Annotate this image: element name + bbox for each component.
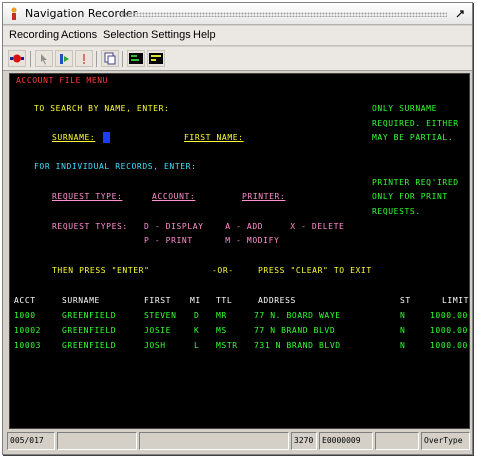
column-limit: LIMIT (442, 296, 470, 305)
menu-selection[interactable]: Selection (103, 29, 148, 41)
status-empty-3 (375, 432, 419, 450)
surname-label: SURNAME: (52, 133, 96, 142)
status-bar: 005/017 3270 E0000009 OverType (7, 432, 470, 452)
cell-st: N (400, 341, 406, 350)
toolbar-separator (122, 51, 123, 67)
terminal-alt-button[interactable] (147, 50, 165, 67)
toolbar-separator (96, 51, 97, 67)
cell-address: 77 N BRAND BLVD (254, 326, 336, 335)
maximize-icon[interactable] (454, 8, 466, 20)
app-icon (11, 7, 17, 20)
toolbar-separator (30, 51, 31, 67)
terminal-screen[interactable]: ACCOUNT FILE MENU TO SEARCH BY NAME, ENT… (9, 73, 470, 429)
side-note-2-line-1: PRINTER REQ'IRED (372, 178, 459, 187)
individual-prompt: FOR INDIVIDUAL RECORDS, ENTER: (34, 162, 197, 171)
cell-acct: 10003 (14, 341, 42, 350)
column-acct: ACCT (14, 296, 36, 305)
clear-instruction: PRESS "CLEAR" TO EXIT (258, 266, 372, 275)
side-note-2-line-3: REQUESTS. (372, 207, 421, 216)
enter-instruction: THEN PRESS "ENTER" (52, 266, 150, 275)
status-empty-2 (139, 432, 289, 450)
cell-mi: L (194, 341, 200, 350)
cell-surname: GREENFIELD (62, 326, 117, 335)
menu-help[interactable]: Help (193, 29, 216, 41)
title-bar[interactable]: Navigation Recorder (3, 3, 472, 25)
cell-ttl: MSTR (216, 341, 238, 350)
cell-acct: 1000 (14, 311, 36, 320)
status-model: 3270 (291, 432, 317, 450)
navigation-recorder-window: Navigation Recorder Recording Actions Se… (2, 2, 473, 455)
cell-limit: 1000.00 (430, 311, 468, 320)
column-st: ST (400, 296, 411, 305)
menu-bar: Recording Actions Selection Settings Hel… (3, 26, 472, 46)
column-ttl: TTL (216, 296, 233, 305)
cell-first: STEVEN (144, 311, 177, 320)
cell-mi: D (194, 311, 200, 320)
cell-address: 77 N. BOARD WAYE (254, 311, 341, 320)
cell-first: JOSH (144, 341, 166, 350)
menu-settings[interactable]: Settings (151, 29, 191, 41)
terminal-button[interactable] (127, 50, 145, 67)
terminal-icon (129, 53, 143, 64)
status-empty-1 (57, 432, 137, 450)
cell-mi: K (194, 326, 200, 335)
request-types-row-1: D - DISPLAY A - ADD X - DELETE (144, 222, 345, 231)
menu-actions[interactable]: Actions (61, 29, 97, 41)
cell-surname: GREENFIELD (62, 341, 117, 350)
record-button[interactable] (8, 50, 26, 67)
cell-ttl: MS (216, 326, 227, 335)
pointer-icon (41, 54, 47, 65)
search-prompt: TO SEARCH BY NAME, ENTER: (34, 104, 170, 113)
cell-st: N (400, 326, 406, 335)
record-icon (10, 54, 24, 63)
status-cursor-position: 005/017 (7, 432, 55, 450)
request-types-label: REQUEST TYPES: (52, 222, 128, 231)
or-label: -OR- (212, 266, 234, 275)
step-icon (60, 54, 69, 64)
first-name-label: FIRST NAME: (184, 133, 244, 142)
cell-acct: 10002 (14, 326, 42, 335)
toolbar (3, 47, 472, 71)
cell-surname: GREENFIELD (62, 311, 117, 320)
printer-label: PRINTER: (242, 192, 286, 201)
terminal-alt-icon (149, 53, 163, 64)
status-terminal-id: E0000009 (319, 432, 373, 450)
cell-st: N (400, 311, 406, 320)
copy-button[interactable] (101, 50, 119, 67)
copy-icon (104, 52, 116, 65)
step-button[interactable] (55, 50, 73, 67)
column-mi: MI (190, 296, 201, 305)
column-address: ADDRESS (258, 296, 296, 305)
side-note-1-line-1: ONLY SURNAME (372, 104, 437, 113)
title-grip (121, 12, 447, 17)
cell-limit: 1000.00 (430, 341, 468, 350)
cell-address: 731 N BRAND BLVD (254, 341, 341, 350)
column-first: FIRST (144, 296, 172, 305)
side-note-1-line-3: MAY BE PARTIAL. (372, 133, 454, 142)
cell-first: JOSIE (144, 326, 172, 335)
pause-icon (83, 54, 85, 64)
status-mode: OverType (421, 432, 470, 450)
surname-field-cursor[interactable] (103, 132, 110, 143)
pointer-button[interactable] (35, 50, 53, 67)
cell-limit: 1000.00 (430, 326, 468, 335)
side-note-2-line-2: ONLY FOR PRINT (372, 192, 448, 201)
screen-header: ACCOUNT FILE MENU (16, 76, 109, 85)
menu-recording[interactable]: Recording (9, 29, 59, 41)
cell-ttl: MR (216, 311, 227, 320)
pause-button[interactable] (75, 50, 93, 67)
side-note-1-line-2: REQUIRED. EITHER (372, 119, 459, 128)
column-surname: SURNAME (62, 296, 100, 305)
request-type-label: REQUEST TYPE: (52, 192, 123, 201)
request-types-row-2: P - PRINT M - MODIFY (144, 236, 280, 245)
account-label: ACCOUNT: (152, 192, 196, 201)
